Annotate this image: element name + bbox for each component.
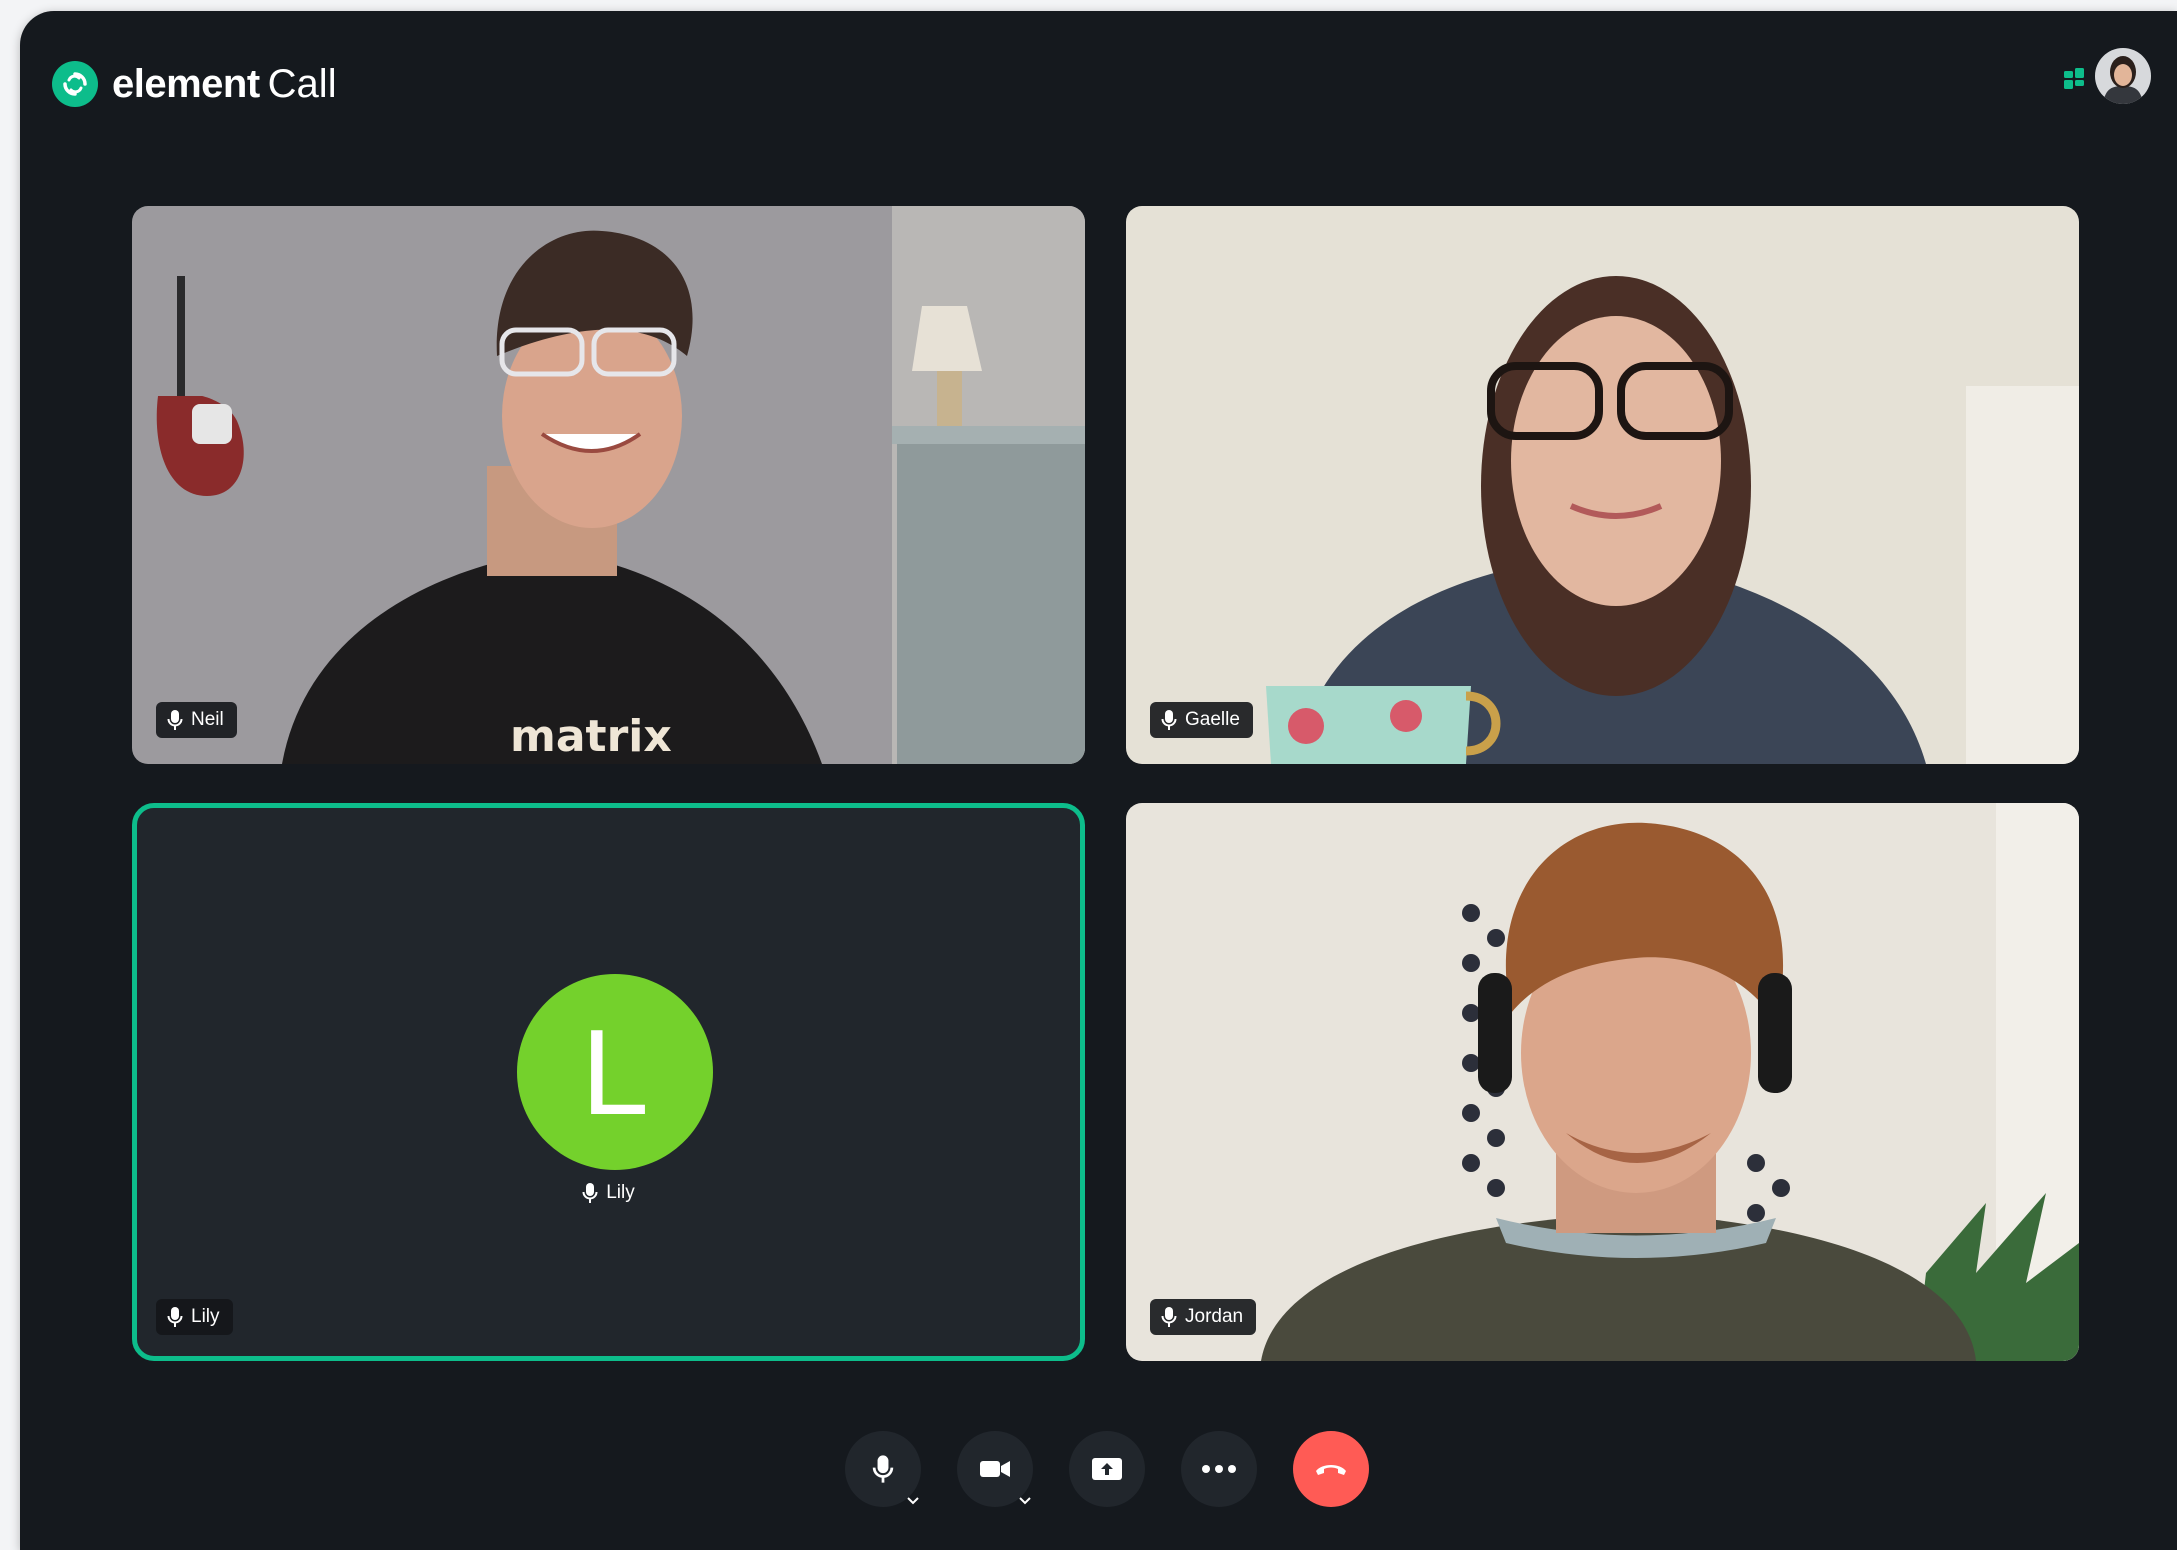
brand-product: Call	[267, 61, 337, 106]
participant-name: Gaelle	[1185, 709, 1240, 730]
hang-up-icon	[1316, 1465, 1346, 1475]
participant-name-tag: Gaelle	[1150, 702, 1253, 738]
microphone-icon	[167, 1307, 183, 1327]
chevron-down-icon[interactable]	[903, 1491, 923, 1511]
screen-share-icon	[1092, 1458, 1122, 1480]
participant-tile-gaelle[interactable]: Gaelle	[1126, 206, 2079, 764]
brand-word: element	[112, 61, 260, 106]
participant-tile-jordan[interactable]: Jordan	[1126, 803, 2079, 1361]
participant-name: Neil	[191, 709, 224, 730]
participant-video	[1126, 206, 2079, 764]
participant-center-name: Lily	[606, 1182, 635, 1203]
video-camera-icon	[980, 1461, 1010, 1477]
hang-up-button[interactable]	[1293, 1431, 1369, 1507]
participant-video: matrix	[132, 206, 1085, 764]
participant-name-tag: Lily	[156, 1299, 233, 1335]
microphone-icon	[167, 710, 183, 730]
app-logo: element Call	[52, 61, 337, 107]
participant-video	[1126, 803, 2079, 1361]
microphone-icon	[1161, 1307, 1177, 1327]
microphone-icon	[1161, 710, 1177, 730]
more-options-icon	[1202, 1465, 1236, 1473]
microphone-button[interactable]	[845, 1431, 921, 1507]
participant-name: Jordan	[1185, 1306, 1244, 1327]
video-button[interactable]	[957, 1431, 1033, 1507]
participant-tile-lily[interactable]: L Lily Lily	[132, 803, 1085, 1361]
call-controls	[20, 1431, 2177, 1507]
more-options-button[interactable]	[1181, 1431, 1257, 1507]
participant-center-label: Lily	[137, 1182, 1080, 1204]
participant-name: Lily	[191, 1306, 220, 1327]
participant-tile-neil[interactable]: matrix Neil	[132, 206, 1085, 764]
grid-layout-icon[interactable]	[2058, 62, 2092, 96]
microphone-icon	[582, 1183, 598, 1203]
user-avatar[interactable]	[2095, 48, 2151, 104]
element-logo-icon	[52, 61, 98, 107]
participant-name-tag: Jordan	[1150, 1299, 1257, 1335]
microphone-icon	[872, 1455, 894, 1483]
header: element Call	[20, 11, 2177, 161]
svg-text:matrix: matrix	[510, 711, 672, 762]
call-window: element Call matrix Neil Gaelle L Lily L…	[20, 11, 2177, 1550]
chevron-down-icon[interactable]	[1015, 1491, 1035, 1511]
participant-avatar: L	[517, 974, 713, 1170]
participant-name-tag: Neil	[156, 702, 237, 738]
screen-share-button[interactable]	[1069, 1431, 1145, 1507]
